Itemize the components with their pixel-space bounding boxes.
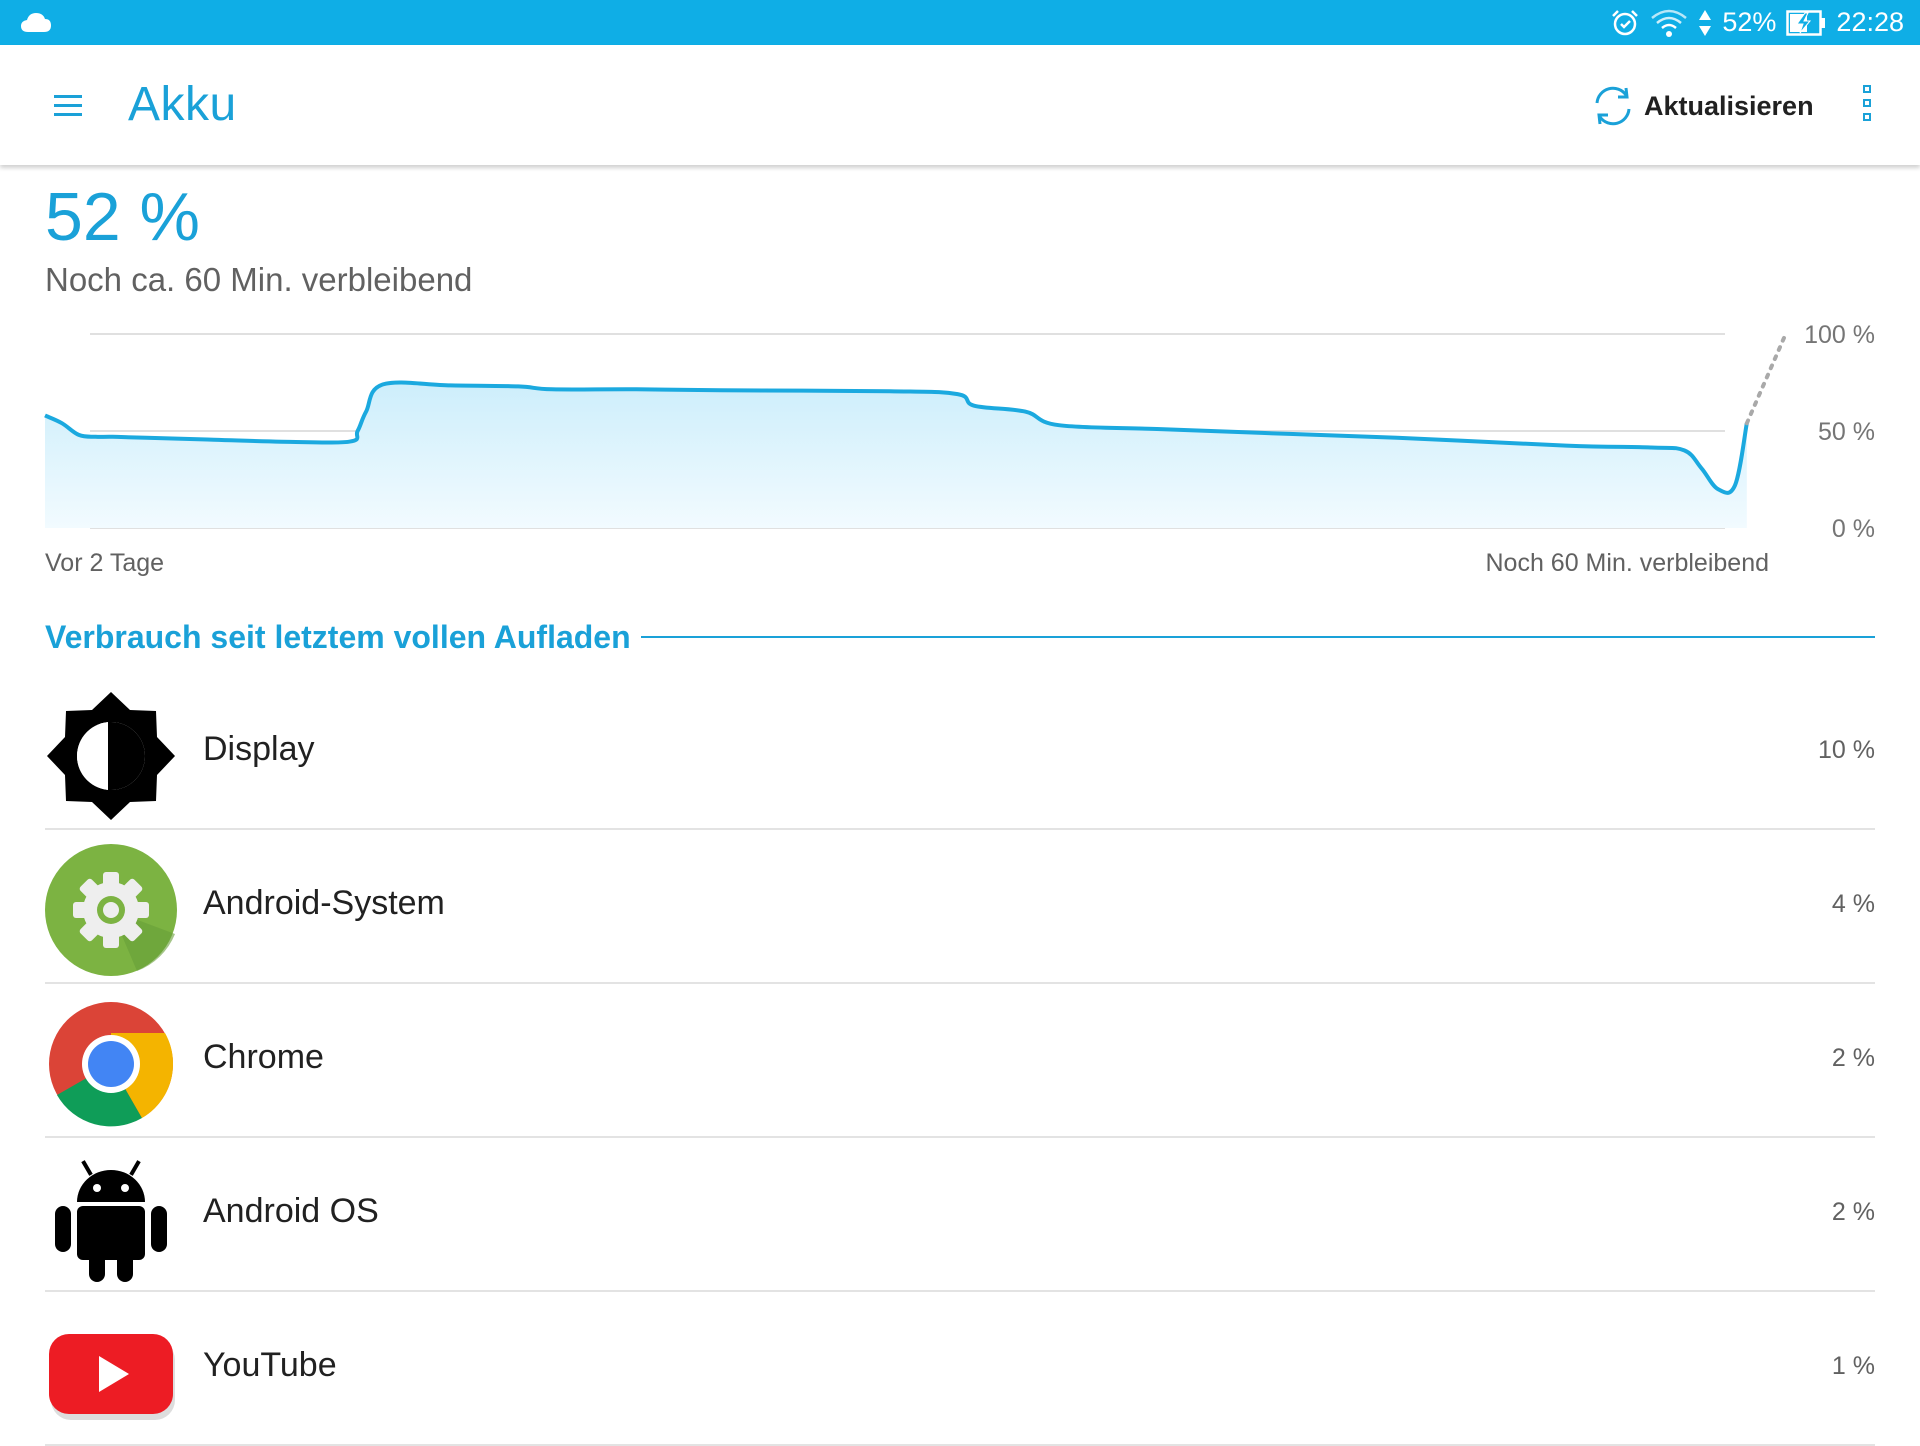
menu-icon[interactable]: [42, 85, 92, 125]
app-name: Android-System: [203, 884, 445, 922]
wifi-icon: [1651, 9, 1688, 37]
refresh-label: Aktualisieren: [1644, 90, 1814, 121]
cloud-icon: [21, 13, 51, 32]
app-percent: 4 %: [1831, 890, 1875, 918]
section-title: Verbrauch seit letztem vollen Aufladen: [45, 618, 631, 655]
list-item[interactable]: YouTube 1 %: [45, 1292, 1875, 1446]
app-name: Display: [203, 730, 315, 768]
app-name: YouTube: [203, 1346, 337, 1384]
app-percent: 2 %: [1831, 1198, 1875, 1226]
list-item[interactable]: Android OS 2 %: [45, 1138, 1875, 1292]
status-time: 22:28: [1836, 7, 1904, 37]
battery-percent: 52 %: [45, 179, 200, 255]
refresh-button[interactable]: Aktualisieren: [1590, 81, 1814, 131]
android-robot-icon: [55, 1160, 167, 1282]
android-system-gear-icon: [45, 844, 177, 976]
chart-y-tick-label: 0 %: [1832, 515, 1875, 543]
app-usage-list: Display 10 % Android-System 4 % Chrome 2…: [45, 676, 1875, 1446]
app-percent: 2 %: [1831, 1044, 1875, 1072]
status-battery-text: 52%: [1722, 7, 1777, 37]
chart-x-start-label: Vor 2 Tage: [45, 549, 165, 577]
list-item[interactable]: Chrome 2 %: [45, 984, 1875, 1138]
remaining-time: Noch ca. 60 Min. verbleibend: [45, 261, 473, 298]
usage-section-header: Verbrauch seit letztem vollen Aufladen: [45, 617, 1875, 657]
list-item[interactable]: Android-System 4 %: [45, 830, 1875, 984]
battery-history-chart: 100 % 50 % 0 %: [44, 321, 1875, 543]
data-arrows-icon: [1699, 9, 1712, 36]
refresh-icon: [1595, 86, 1631, 126]
display-brightness-icon: [47, 692, 175, 820]
chart-area: [45, 382, 1747, 528]
chart-projection-line: [1744, 332, 1788, 426]
app-percent: 1 %: [1831, 1352, 1875, 1380]
chart-x-end-label: Noch 60 Min. verbleibend: [1485, 549, 1770, 577]
battery-charging-icon: [1786, 9, 1826, 36]
youtube-icon: [49, 1334, 175, 1420]
app-bar: Akku Aktualisieren: [0, 45, 1920, 165]
chart-y-tick-label: 50 %: [1818, 418, 1875, 446]
chrome-icon: [49, 1002, 174, 1127]
app-percent: 10 %: [1818, 736, 1875, 764]
app-name: Android OS: [203, 1192, 379, 1230]
alarm-icon: [1612, 9, 1639, 35]
page-title: Akku: [128, 78, 237, 131]
chart-y-tick-label: 100 %: [1804, 321, 1875, 349]
app-name: Chrome: [203, 1038, 324, 1076]
list-item[interactable]: Display 10 %: [45, 676, 1875, 830]
overflow-menu-icon[interactable]: [1855, 85, 1879, 129]
section-divider: [640, 636, 1875, 638]
status-bar: 52% 22:28: [0, 0, 1920, 45]
